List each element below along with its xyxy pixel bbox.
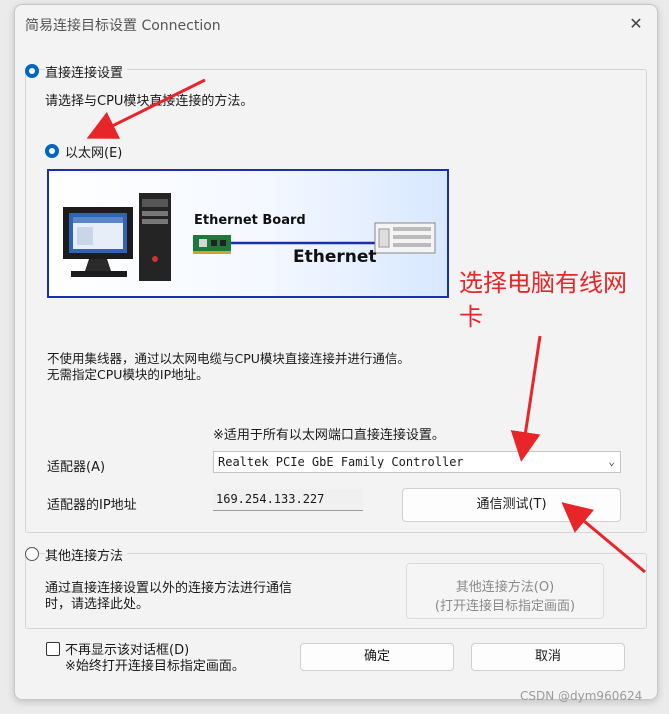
cancel-button-label: 取消: [534, 649, 561, 664]
board-label: Ethernet Board: [194, 213, 306, 228]
other-description-2: 时，请选择此处。: [45, 597, 150, 612]
plc-icon: [374, 222, 436, 254]
network-board-icon: [193, 235, 231, 254]
window-title: 简易连接目标设置 Connection: [25, 18, 221, 34]
annotation-text-1: 选择电脑有线网: [459, 269, 627, 297]
ok-button-label: 确定: [363, 649, 390, 664]
ip-field: 169.254.133.227: [213, 489, 363, 511]
dont-show-note: ※始终打开连接目标指定画面。: [65, 659, 245, 674]
ip-label: 适配器的IP地址: [47, 498, 137, 513]
ethernet-label[interactable]: 以太网(E): [65, 142, 122, 161]
ethernet-radio[interactable]: [45, 144, 59, 158]
annotation-text-2: 卡: [459, 303, 483, 331]
ethernet-note: ※适用于所有以太网端口直接连接设置。: [213, 428, 445, 443]
dont-show-checkbox[interactable]: [46, 642, 60, 656]
other-connection-button[interactable]: 其他连接方法(O) (打开连接目标指定画面): [406, 563, 604, 619]
adapter-label: 适配器(A): [47, 460, 106, 475]
other-connection-button-line1: 其他连接方法(O): [455, 580, 555, 595]
pc-icon: [63, 193, 171, 281]
direct-description-2: 无需指定CPU模块的IP地址。: [47, 367, 209, 382]
cable-label: Ethernet: [293, 247, 377, 267]
communication-test-button[interactable]: 通信测试(T): [402, 488, 621, 522]
adapter-value: Realtek PCIe GbE Family Controller: [218, 455, 464, 469]
communication-test-label: 通信测试(T): [476, 497, 547, 512]
direct-instruction: 请选择与CPU模块直接连接的方法。: [45, 94, 254, 109]
ok-button[interactable]: 确定: [300, 643, 454, 671]
other-connection-button-line2: (打开连接目标指定画面): [434, 599, 576, 614]
direct-connection-label[interactable]: 直接连接设置: [45, 62, 128, 81]
ethernet-diagram: Ethernet Board Ethernet: [47, 169, 449, 298]
other-connection-label[interactable]: 其他连接方法: [45, 545, 128, 564]
close-icon[interactable]: ✕: [627, 15, 645, 33]
other-connection-radio[interactable]: [25, 547, 39, 561]
adapter-select[interactable]: Realtek PCIe GbE Family Controller ⌄: [213, 451, 621, 473]
direct-connection-radio[interactable]: [25, 64, 39, 78]
chevron-down-icon[interactable]: ⌄: [608, 452, 615, 472]
connection-dialog: 简易连接目标设置 Connection ✕ 直接连接设置 请选择与CPU模块直接…: [14, 4, 658, 700]
cancel-button[interactable]: 取消: [471, 643, 625, 671]
watermark: CSDN @dym960624: [520, 689, 643, 703]
